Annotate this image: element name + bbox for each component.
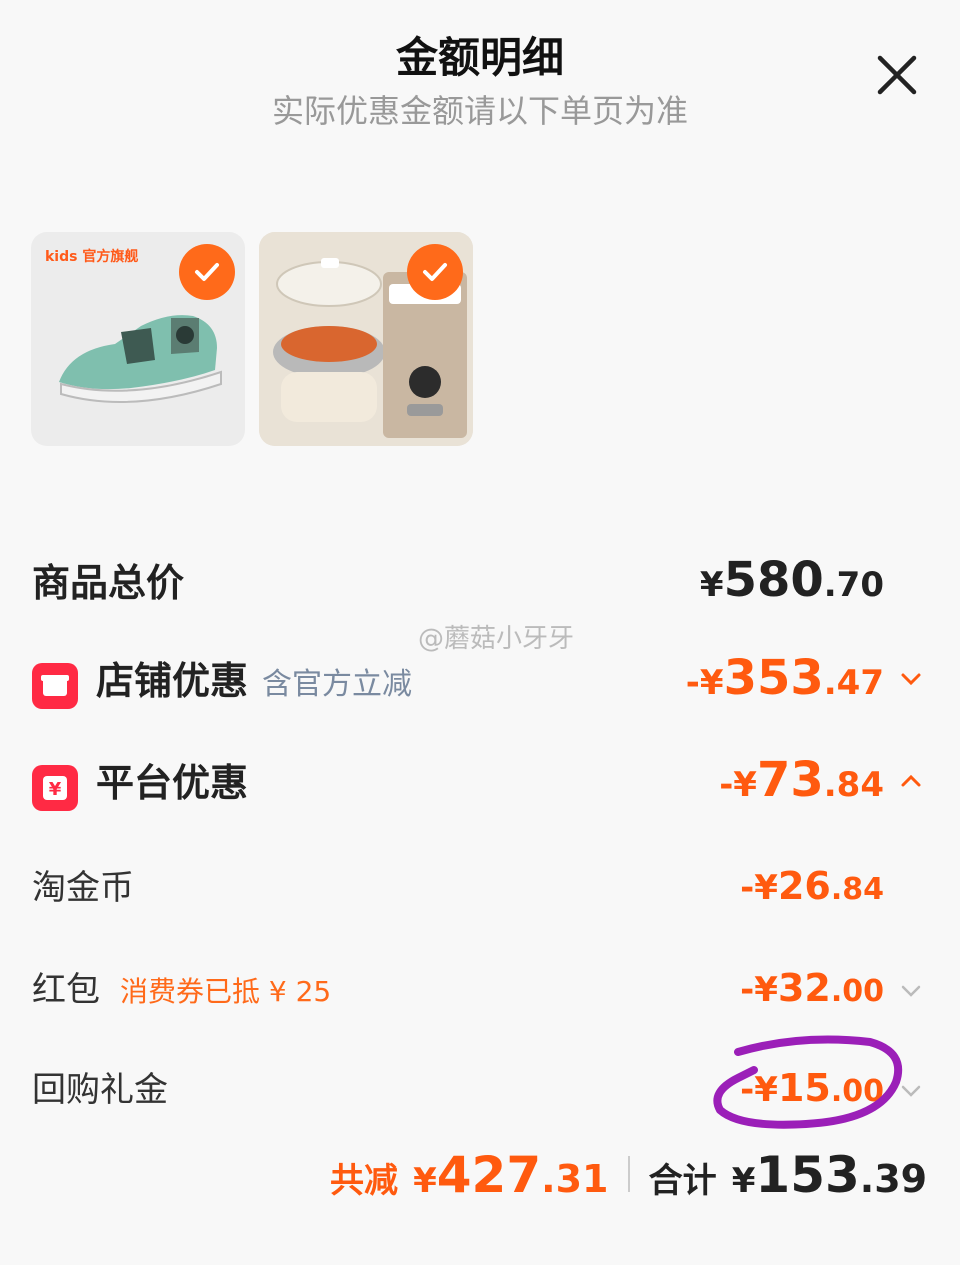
saved-currency: ¥ bbox=[413, 1161, 437, 1201]
amount-int: 580 bbox=[723, 552, 824, 608]
row-total: 商品总价 ¥580.70 bbox=[32, 552, 928, 612]
amount-dec: .70 bbox=[823, 565, 884, 605]
check-icon[interactable] bbox=[179, 244, 235, 300]
close-icon[interactable] bbox=[872, 50, 922, 100]
modal-header: 金额明细 实际优惠金额请以下单页为准 bbox=[0, 0, 960, 140]
svg-text:¥: ¥ bbox=[49, 779, 62, 800]
saved-dec: .31 bbox=[541, 1157, 609, 1201]
total-amount: ¥580.70 bbox=[700, 552, 884, 608]
amount-dec: .00 bbox=[830, 974, 884, 1009]
amount-dec: .84 bbox=[823, 765, 884, 805]
shop-discount-label: 店铺优惠 bbox=[96, 659, 249, 703]
redpack-amount: -¥32.00 bbox=[740, 966, 884, 1010]
total-label: 商品总价 bbox=[32, 561, 185, 605]
total-pay-int: 153 bbox=[755, 1146, 860, 1204]
row-shop-discount[interactable]: 店铺优惠 含官方立减 -¥353.47 bbox=[32, 650, 928, 710]
saved-int: 427 bbox=[436, 1146, 542, 1204]
product-thumbnail[interactable] bbox=[259, 232, 473, 446]
shop-icon bbox=[32, 662, 78, 709]
amount-int: 26 bbox=[777, 864, 831, 908]
row-redpack[interactable]: 红包 消费券已抵 ¥ 25 -¥32.00 bbox=[32, 962, 928, 1018]
currency-sign: ¥ bbox=[699, 565, 724, 605]
amount-dec: .84 bbox=[830, 872, 884, 907]
chevron-up-icon[interactable] bbox=[898, 768, 924, 794]
currency-sign: -¥ bbox=[740, 868, 778, 908]
amount-dec: .47 bbox=[823, 663, 884, 703]
coins-amount: -¥26.84 bbox=[740, 864, 884, 908]
chevron-down-icon[interactable] bbox=[898, 1078, 924, 1104]
check-icon[interactable] bbox=[407, 244, 463, 300]
saved-label: 共减 bbox=[330, 1161, 398, 1201]
chevron-down-icon[interactable] bbox=[898, 978, 924, 1004]
total-pay-label: 合计 bbox=[648, 1161, 717, 1201]
platform-discount-label: 平台优惠 bbox=[96, 761, 249, 805]
total-pay-currency: ¥ bbox=[731, 1161, 756, 1201]
row-platform-discount[interactable]: ¥ 平台优惠 -¥73.84 bbox=[32, 752, 928, 812]
amount-dec: .00 bbox=[830, 1074, 884, 1109]
platform-discount-amount: -¥73.84 bbox=[719, 752, 884, 808]
product-brand: kids 官方旗舰 bbox=[45, 249, 139, 265]
shop-discount-note: 含官方立减 bbox=[262, 667, 413, 702]
currency-sign: -¥ bbox=[740, 1070, 778, 1110]
amount-int: 32 bbox=[777, 966, 831, 1010]
page-title: 金额明细 bbox=[395, 33, 564, 82]
product-thumbnail[interactable]: kids 官方旗舰 bbox=[31, 232, 245, 446]
yen-icon: ¥ bbox=[32, 764, 78, 811]
currency-sign: -¥ bbox=[685, 663, 724, 703]
redpack-note: 消费券已抵 ¥ 25 bbox=[120, 975, 332, 1008]
chevron-down-icon[interactable] bbox=[898, 666, 924, 692]
footer-summary: 共减 ¥427.31 合计 ¥153.39 bbox=[330, 1146, 930, 1218]
amount-int: 15 bbox=[777, 1066, 831, 1110]
currency-sign: -¥ bbox=[719, 765, 757, 805]
total-pay-dec: .39 bbox=[859, 1157, 928, 1201]
currency-sign: -¥ bbox=[740, 970, 778, 1010]
shop-discount-amount: -¥353.47 bbox=[686, 650, 884, 706]
row-coins: 淘金币 -¥26.84 bbox=[32, 860, 928, 916]
amount-int: 73 bbox=[756, 752, 824, 808]
amount-int: 353 bbox=[723, 650, 824, 706]
cashback-label: 回购礼金 bbox=[32, 1070, 168, 1110]
row-cashback[interactable]: 回购礼金 -¥15.00 bbox=[32, 1062, 928, 1118]
coins-label: 淘金币 bbox=[32, 868, 134, 908]
redpack-label: 红包 bbox=[32, 970, 100, 1010]
cashback-amount: -¥15.00 bbox=[740, 1066, 884, 1110]
page-subtitle: 实际优惠金额请以下单页为准 bbox=[271, 92, 688, 130]
divider bbox=[627, 1156, 630, 1192]
